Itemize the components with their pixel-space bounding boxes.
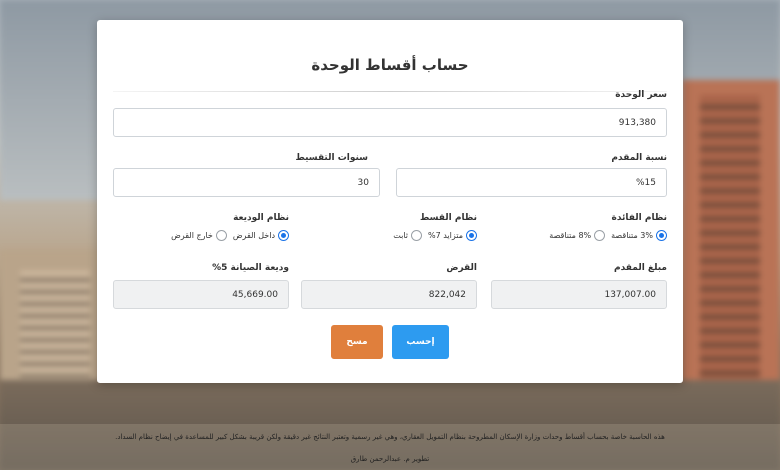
card-title: حساب أقساط الوحدة xyxy=(311,56,469,74)
loan-label: القرض xyxy=(446,263,477,273)
footer-disclaimer: هذه الحاسبة خاصة بحساب أقساط وحدات وزارة… xyxy=(115,433,665,441)
down-payment-amount-label: مبلغ المقدم xyxy=(614,263,667,273)
radio-selected-icon[interactable] xyxy=(278,230,289,241)
installment-option-fixed[interactable]: ثابت xyxy=(393,230,422,241)
interest-system-label: نظام الفائدة xyxy=(611,213,667,223)
deposit-option-outside[interactable]: خارج القرض xyxy=(171,230,227,241)
installment-option-increasing[interactable]: متزايد 7% xyxy=(428,230,477,241)
interest-option-3[interactable]: 3% متناقصة xyxy=(611,230,667,241)
calculator-card: حساب أقساط الوحدة سعر الوحدة 913,380 نسب… xyxy=(97,20,683,383)
radio-unselected-icon[interactable] xyxy=(215,230,227,241)
deposit-system-radios: داخل القرض خارج القرض xyxy=(171,230,289,241)
radio-selected-icon[interactable] xyxy=(656,230,667,241)
radio-unselected-icon[interactable] xyxy=(594,230,606,241)
calculate-button[interactable]: إحسب xyxy=(392,325,449,359)
radio-selected-icon[interactable] xyxy=(466,230,477,241)
down-payment-amount-output: 137,007.00 xyxy=(491,280,667,309)
installment-system-radios: متزايد 7% ثابت xyxy=(393,230,477,241)
footer: هذه الحاسبة خاصة بحساب أقساط وحدات وزارة… xyxy=(0,424,780,470)
installment-option-increasing-label: متزايد 7% xyxy=(427,231,463,240)
down-payment-pct-input[interactable]: %15 xyxy=(396,168,667,197)
interest-option-8[interactable]: 8% متناقصة xyxy=(549,230,606,241)
radio-unselected-icon[interactable] xyxy=(410,230,422,241)
unit-price-label: سعر الوحدة xyxy=(615,90,667,100)
title-divider xyxy=(113,91,667,92)
loan-output: 822,042 xyxy=(301,280,477,309)
clear-button[interactable]: مسح xyxy=(331,325,383,359)
down-payment-pct-label: نسبة المقدم xyxy=(611,153,667,163)
footer-credit: تطوير م. عبدالرحمن طارق xyxy=(350,455,430,463)
installment-option-fixed-label: ثابت xyxy=(393,231,408,240)
deposit-option-inside-label: داخل القرض xyxy=(232,231,275,240)
deposit-option-outside-label: خارج القرض xyxy=(171,231,213,240)
installment-system-label: نظام القسط xyxy=(420,213,477,223)
installment-years-input[interactable]: 30 xyxy=(113,168,380,197)
interest-system-radios: 3% متناقصة 8% متناقصة xyxy=(549,230,667,241)
interest-option-8-label: 8% متناقصة xyxy=(549,231,592,240)
unit-price-input[interactable]: 913,380 xyxy=(113,108,667,137)
maintenance-deposit-output: 45,669.00 xyxy=(113,280,289,309)
interest-option-3-label: 3% متناقصة xyxy=(611,231,653,240)
maintenance-deposit-label: وديعة الصيانة 5% xyxy=(212,263,289,273)
deposit-option-inside[interactable]: داخل القرض xyxy=(233,230,289,241)
deposit-system-label: نظام الوديعة xyxy=(233,213,289,223)
installment-years-label: سنوات التقسيط xyxy=(295,153,368,163)
